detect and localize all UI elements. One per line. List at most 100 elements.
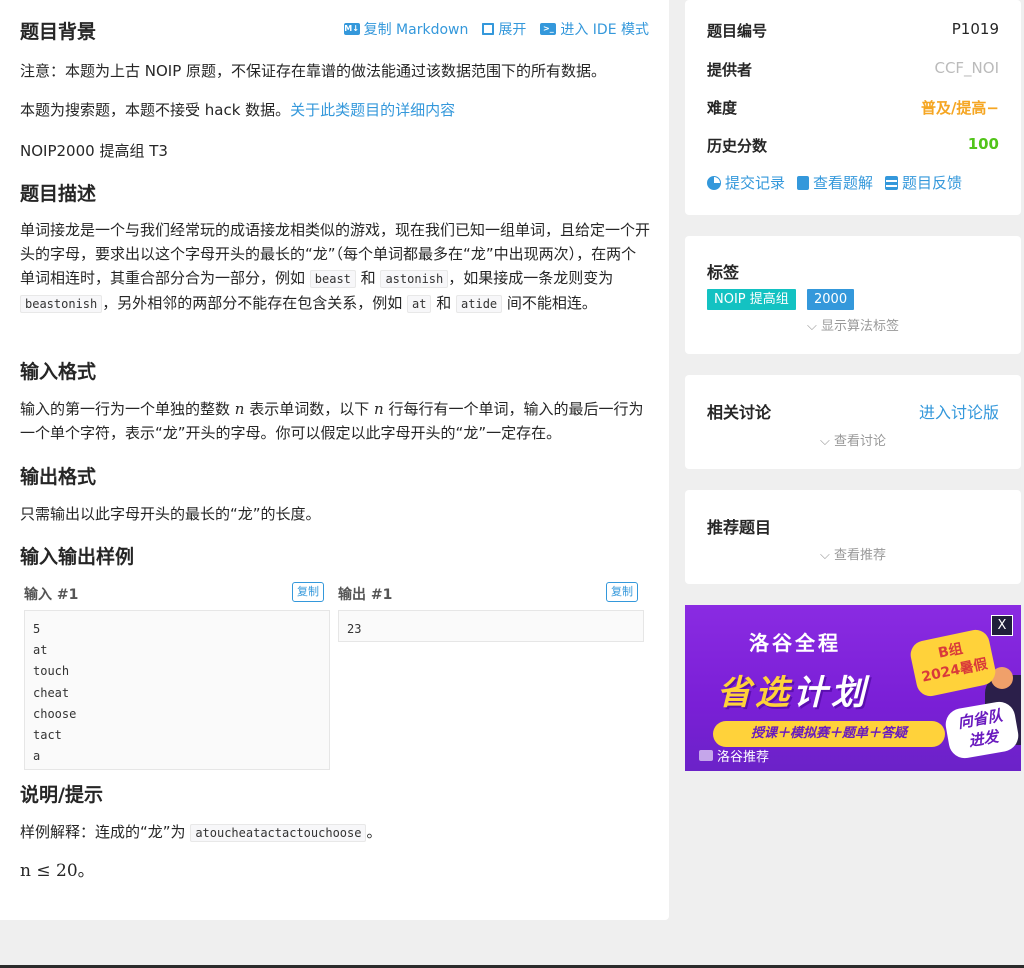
recommend-card: 推荐题目 ⌵ 查看推荐 xyxy=(685,490,1021,584)
desc-part: 间不能相连。 xyxy=(502,294,597,312)
hint-part: 。 xyxy=(366,823,382,841)
ad-footer: 洛谷推荐 xyxy=(699,746,769,765)
input-format-heading: 输入格式 xyxy=(20,361,97,383)
copy-input-button[interactable]: 复制 xyxy=(292,582,324,602)
info-value-id: P1019 xyxy=(951,20,999,38)
background-source: NOIP2000 提高组 T3 xyxy=(20,142,168,160)
ad-icon xyxy=(699,750,713,761)
hint-part: 样例解释：连成的“龙”为 xyxy=(20,823,191,841)
book-icon xyxy=(797,175,810,190)
hint-code: atoucheatactactouchoose xyxy=(190,824,367,842)
tags-card: 标签 NOIP 提高组 2000 ⌵ 显示算法标签 xyxy=(685,236,1021,354)
background-heading: 题目背景 xyxy=(20,21,97,43)
copy-markdown-label: 复制 Markdown xyxy=(363,22,469,38)
description-heading: 题目描述 xyxy=(20,183,97,205)
expand-icon xyxy=(482,23,495,35)
background-note: 注意：本题为上古 NOIP 原题，不保证存在靠谱的做法能通过该数据范围下的所有数… xyxy=(20,62,607,80)
math-var: n xyxy=(234,400,245,418)
ide-mode-button[interactable]: >_ 进入 IDE 模式 xyxy=(540,19,649,39)
code-atide: atide xyxy=(456,295,503,313)
feedback-label: 题目反馈 xyxy=(902,174,963,192)
toggle-label: 查看讨论 xyxy=(833,434,886,449)
sample-input-label: 输入 #1 xyxy=(24,587,79,603)
desc-part: 和 xyxy=(431,294,457,312)
ad-close-button[interactable]: X xyxy=(991,615,1013,636)
info-key: 历史分数 xyxy=(707,137,768,155)
terminal-icon: >_ xyxy=(540,23,557,35)
sample-output-box: 23 xyxy=(338,610,644,642)
info-row-provider: 提供者 CCF_NOI xyxy=(707,59,999,80)
toggle-label: 显示算法标签 xyxy=(820,319,899,334)
info-row-id: 题目编号 P1019 xyxy=(707,20,999,41)
sample-output-label: 输出 #1 xyxy=(338,587,393,603)
discuss-card: 相关讨论 进入讨论版 ⌵ 查看讨论 xyxy=(685,375,1021,469)
copy-output-button[interactable]: 复制 xyxy=(606,582,638,602)
recommend-title: 推荐题目 xyxy=(707,518,772,537)
solutions-link[interactable]: 查看题解 xyxy=(797,172,873,193)
code-astonish: astonish xyxy=(380,270,449,288)
hint-constraint: n ≤ 20。 xyxy=(20,861,95,881)
submissions-label: 提交记录 xyxy=(725,174,786,192)
code-beast: beast xyxy=(309,270,356,288)
info-row-score: 历史分数 100 xyxy=(707,135,999,156)
code-beastonish: beastonish xyxy=(20,295,103,313)
info-row-difficulty: 难度 普及/提高− xyxy=(707,97,999,118)
ad-side-badge: 向省队 进发 xyxy=(943,699,1021,761)
code-at: at xyxy=(407,295,432,313)
sample-input-box: 5 at touch cheat choose tact a xyxy=(24,610,330,770)
input-format-text: 输入的第一行为一个单独的整数 n 表示单词数，以下 n 行每行有一个单词，输入的… xyxy=(20,397,650,445)
submissions-link[interactable]: 提交记录 xyxy=(707,172,785,193)
toggle-label: 查看推荐 xyxy=(833,548,886,563)
tags-title: 标签 xyxy=(707,263,740,282)
info-value-provider[interactable]: CCF_NOI xyxy=(934,59,999,80)
info-key: 提供者 xyxy=(707,61,753,79)
tag-year[interactable]: 2000 xyxy=(807,289,855,310)
ad-headline-a: 省选 xyxy=(717,673,793,713)
output-format-text: 只需输出以此字母开头的最长的“龙”的长度。 xyxy=(20,505,321,523)
info-card: 题目编号 P1019 提供者 CCF_NOI 难度 普及/提高− 历史分数 10… xyxy=(685,0,1021,215)
chevron-down-icon: ⌵ xyxy=(819,548,834,563)
output-format-heading: 输出格式 xyxy=(20,466,97,488)
markdown-icon: M↓ xyxy=(343,23,360,35)
view-recommend-toggle[interactable]: ⌵ 查看推荐 xyxy=(685,544,1021,563)
expand-button[interactable]: 展开 xyxy=(482,19,526,39)
ad-badge: B组 2024暑假 xyxy=(908,627,998,699)
ad-footer-label: 洛谷推荐 xyxy=(717,750,770,765)
list-icon xyxy=(885,175,899,190)
description-text: 单词接龙是一个与我们经常玩的成语接龙相类似的游戏，现在我们已知一组单词，且给定一… xyxy=(20,218,650,316)
input-part: 表示单词数，以下 xyxy=(244,400,374,418)
ad-banner[interactable]: 洛谷全程 B组 2024暑假 省选计划 授课＋模拟赛＋题单＋答疑 向省队 进发 … xyxy=(685,605,1021,771)
show-algo-tags-toggle[interactable]: ⌵ 显示算法标签 xyxy=(685,315,1021,334)
chevron-down-icon: ⌵ xyxy=(806,319,821,334)
search-note-text: 本题为搜索题，本题不接受 hack 数据。 xyxy=(20,101,291,119)
info-key: 难度 xyxy=(707,99,738,117)
hint-heading: 说明/提示 xyxy=(20,784,103,806)
info-links: 提交记录 查看题解 题目反馈 xyxy=(707,172,962,193)
copy-markdown-button[interactable]: M↓ 复制 Markdown xyxy=(343,19,469,39)
info-value-score: 100 xyxy=(967,135,999,153)
input-part: 输入的第一行为一个单独的整数 xyxy=(20,400,235,418)
info-key: 题目编号 xyxy=(707,22,768,40)
pie-chart-icon xyxy=(707,175,721,190)
hint-text: 样例解释：连成的“龙”为 atoucheatactactouchoose。 xyxy=(20,820,650,845)
solutions-label: 查看题解 xyxy=(813,174,874,192)
desc-part: ，如果接成一条龙则变为 xyxy=(448,269,614,287)
feedback-link[interactable]: 题目反馈 xyxy=(885,172,962,193)
discuss-title: 相关讨论 xyxy=(707,403,772,422)
ad-feature-bar: 授课＋模拟赛＋题单＋答疑 xyxy=(713,721,945,747)
view-discuss-toggle[interactable]: ⌵ 查看讨论 xyxy=(685,430,1021,449)
ad-headline-b: 计划 xyxy=(793,673,869,713)
math-var: n xyxy=(374,400,384,418)
search-problem-link[interactable]: 关于此类题目的详细内容 xyxy=(290,101,455,119)
desc-part: ，另外相邻的两部分不能存在包含关系，例如 xyxy=(102,294,408,312)
problem-actions: M↓ 复制 Markdown 展开 >_ 进入 IDE 模式 xyxy=(343,19,649,39)
expand-label: 展开 xyxy=(498,22,527,38)
enter-discuss-link[interactable]: 进入讨论版 xyxy=(919,399,999,423)
chevron-down-icon: ⌵ xyxy=(819,434,834,449)
ad-brand: 洛谷全程 xyxy=(749,631,841,655)
desc-part: 和 xyxy=(355,269,381,287)
info-value-difficulty: 普及/提高− xyxy=(920,99,999,117)
tag-noip[interactable]: NOIP 提高组 xyxy=(707,289,796,310)
problem-card: 题目背景 M↓ 复制 Markdown 展开 >_ 进入 IDE 模式 注意：本… xyxy=(0,0,669,920)
ad-headline: 省选计划 xyxy=(717,665,869,714)
